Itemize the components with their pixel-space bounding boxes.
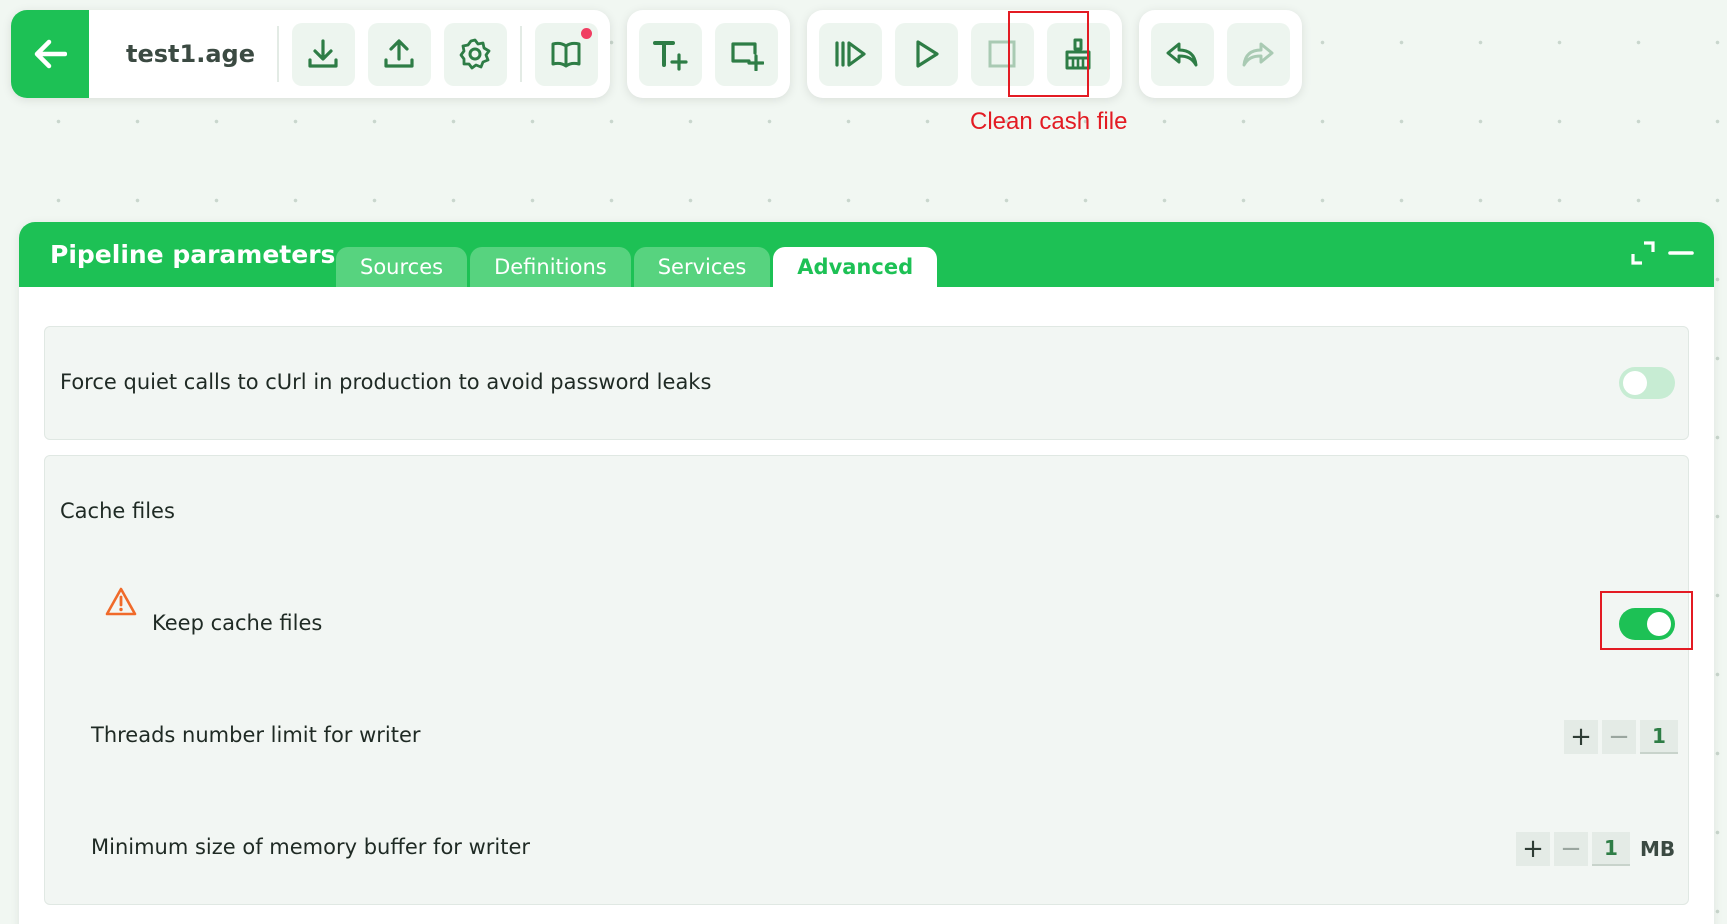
- expand-icon[interactable]: [1630, 240, 1656, 266]
- documentation-button[interactable]: [534, 22, 598, 86]
- cache-files-card: Cache files Keep cache files Threads num…: [44, 455, 1693, 905]
- redo-button[interactable]: [1226, 22, 1290, 86]
- tab-sources[interactable]: Sources: [336, 247, 468, 287]
- file-toolbar-group: test1.age: [11, 10, 610, 98]
- toolbar: test1.age: [11, 10, 1302, 98]
- pipeline-parameters-panel: Pipeline parameters Sources Definitions …: [19, 222, 1714, 924]
- stop-icon: [988, 40, 1016, 68]
- run-button[interactable]: [894, 22, 958, 86]
- upload-icon: [384, 39, 415, 68]
- tab-bar: Sources Definitions Services Advanced: [336, 247, 938, 287]
- panel-header-controls: [1630, 240, 1694, 266]
- keep-cache-toggle[interactable]: [1619, 608, 1675, 640]
- clean-cache-button[interactable]: [1046, 22, 1110, 86]
- keep-cache-label: Keep cache files: [152, 611, 323, 635]
- download-icon: [308, 39, 339, 68]
- broom-icon: [1065, 38, 1091, 70]
- file-name: test1.age: [102, 26, 279, 82]
- history-toolbar-group: [1138, 10, 1302, 98]
- play-icon: [916, 40, 940, 68]
- insert-toolbar-group: [626, 10, 790, 98]
- run-toolbar-group: [806, 10, 1122, 98]
- arrow-left-icon: [34, 39, 67, 69]
- download-button[interactable]: [291, 22, 355, 86]
- panel-header: Pipeline parameters Sources Definitions …: [19, 222, 1714, 287]
- settings-button[interactable]: [443, 22, 507, 86]
- upload-button[interactable]: [367, 22, 431, 86]
- add-text-button[interactable]: [638, 22, 702, 86]
- threads-decrement-button[interactable]: −: [1602, 720, 1636, 754]
- tab-services[interactable]: Services: [633, 247, 771, 287]
- buffer-size-input[interactable]: 1: [1592, 832, 1630, 866]
- threads-limit-input[interactable]: 1: [1640, 720, 1678, 754]
- book-icon: [551, 41, 581, 68]
- minimize-icon[interactable]: [1668, 240, 1694, 266]
- buffer-size-unit: MB: [1640, 837, 1676, 861]
- force-quiet-label: Force quiet calls to cUrl in production …: [60, 370, 712, 394]
- gear-icon: [460, 38, 491, 70]
- step-run-icon: [835, 41, 867, 67]
- run-step-button[interactable]: [818, 22, 882, 86]
- threads-increment-button[interactable]: +: [1564, 720, 1598, 754]
- undo-button[interactable]: [1150, 22, 1214, 86]
- buffer-size-stepper: + − 1 MB: [1516, 832, 1675, 866]
- back-button[interactable]: [11, 10, 89, 98]
- buffer-decrement-button[interactable]: −: [1554, 832, 1588, 866]
- frame-add-icon: [731, 42, 765, 71]
- threads-limit-stepper: + − 1: [1564, 720, 1678, 754]
- buffer-size-label: Minimum size of memory buffer for writer: [91, 835, 531, 859]
- add-frame-button[interactable]: [714, 22, 778, 86]
- undo-icon: [1166, 42, 1198, 67]
- threads-limit-label: Threads number limit for writer: [91, 723, 421, 747]
- warning-icon: [105, 587, 137, 616]
- tab-definitions[interactable]: Definitions: [470, 247, 631, 287]
- stop-button[interactable]: [970, 22, 1034, 86]
- redo-icon: [1242, 42, 1274, 67]
- buffer-increment-button[interactable]: +: [1516, 832, 1550, 866]
- clean-cache-callout: Clean cash file: [970, 108, 1128, 135]
- force-quiet-card: Force quiet calls to cUrl in production …: [44, 326, 1689, 440]
- toggle-knob: [1623, 371, 1647, 395]
- toolbar-divider: [519, 26, 522, 82]
- cache-files-section-label: Cache files: [60, 499, 175, 523]
- panel-title: Pipeline parameters: [50, 240, 336, 269]
- toggle-knob: [1647, 612, 1671, 636]
- force-quiet-toggle[interactable]: [1619, 367, 1675, 399]
- tab-advanced[interactable]: Advanced: [773, 247, 938, 287]
- notification-dot: [580, 27, 592, 39]
- text-add-icon: [653, 41, 689, 71]
